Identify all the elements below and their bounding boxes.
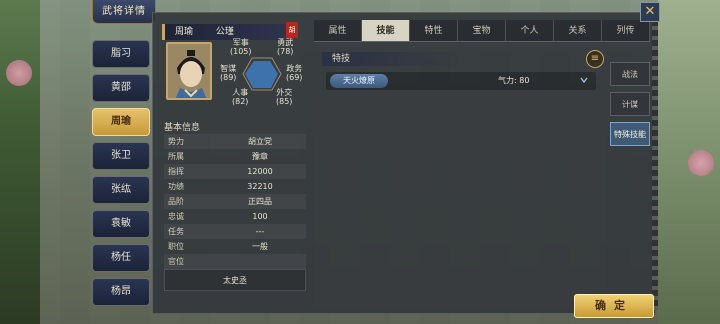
stat-politics: 政务 (69) (286, 64, 303, 82)
detail-tabbar: 属性 技能 特性 宝物 个人 关系 列传 (314, 20, 650, 42)
menu-icon[interactable]: ≡ (586, 50, 604, 68)
skill-name[interactable]: 天火燎原 (330, 74, 388, 88)
skill-category-tab[interactable]: 特殊技能 (610, 122, 650, 146)
detail-tab[interactable]: 宝物 (458, 20, 506, 41)
info-value: 一般 (252, 242, 268, 251)
info-value: 100 (252, 212, 268, 221)
info-value: 豫章 (252, 152, 268, 161)
info-value: 32210 (247, 182, 273, 191)
skill-value: 气力: 80 (498, 76, 530, 85)
general-tab[interactable]: 袁敏 (92, 210, 150, 238)
info-row: 任务 --- (164, 224, 306, 239)
general-portrait[interactable] (166, 42, 212, 100)
general-tab[interactable]: 脂习 (92, 40, 150, 68)
basic-info-heading: 基本信息 (164, 123, 201, 133)
skill-category-tab[interactable]: 计谋 (610, 92, 650, 116)
info-row: 职位 一般 (164, 239, 306, 254)
blossom-decor (688, 150, 714, 176)
stat-valor: 勇武 (78) (277, 38, 294, 56)
confirm-button[interactable]: 确定 (574, 294, 654, 318)
info-key: 任务 (168, 227, 184, 236)
general-tab[interactable]: 黄邵 (92, 74, 150, 102)
general-courtesy: 公瑾 (215, 27, 234, 37)
info-value: 胡立党 (248, 137, 272, 146)
detail-tab[interactable]: 属性 (314, 20, 362, 41)
info-row: 官位 (164, 254, 306, 269)
general-tab[interactable]: 张纮 (92, 176, 150, 204)
detail-tab[interactable]: 关系 (554, 20, 602, 41)
stat-hexagon-chart (242, 56, 282, 92)
decorative-rope (652, 20, 658, 310)
info-key: 功绩 (168, 182, 184, 191)
background-right (658, 0, 720, 324)
info-value: --- (255, 227, 265, 236)
detail-tab[interactable]: 个人 (506, 20, 554, 41)
info-key: 指挥 (168, 167, 184, 176)
info-row: 忠诚 100 (164, 209, 306, 224)
detail-tab[interactable]: 技能 (362, 20, 410, 41)
info-key: 忠诚 (168, 212, 184, 221)
info-value (214, 254, 306, 269)
info-row: 品阶 正四品 (164, 194, 306, 209)
detail-tab[interactable]: 特性 (410, 20, 458, 41)
info-key: 职位 (168, 242, 184, 251)
official-title: 太史丞 (164, 269, 306, 291)
skills-section-heading: 特技 (322, 52, 462, 66)
skills-content-area (314, 96, 606, 308)
chevron-down-icon[interactable] (580, 76, 588, 84)
general-tab[interactable]: 张卫 (92, 142, 150, 170)
background-left (0, 0, 40, 324)
blossom-decor (6, 60, 32, 86)
info-row: 指挥 12000 (164, 164, 306, 179)
general-tab[interactable]: 杨任 (92, 244, 150, 272)
general-profile: 周瑜 公瑾 胡 军事 (105) 勇武 (78) 智谋 (89) 政务 (69) 人事(… (160, 14, 310, 314)
detail-tab[interactable]: 列传 (602, 20, 650, 41)
stat-strategy: 智谋 (89) (220, 64, 237, 82)
basic-info-table: 势力 胡立党所属 豫章指挥 12000 功绩 32210 品阶 正四品忠诚 100 任务 --- 职位… (164, 134, 306, 269)
info-row: 功绩 32210 (164, 179, 306, 194)
general-tab[interactable]: 杨昂 (92, 278, 150, 306)
info-key: 所属 (168, 152, 184, 161)
skill-row[interactable]: 天火燎原 气力: 80 (326, 72, 596, 90)
skill-category-tab[interactable]: 战法 (610, 62, 650, 86)
page-title: 武将详情 (92, 0, 156, 24)
info-value: 12000 (247, 167, 273, 176)
info-row: 势力 胡立党 (164, 134, 306, 149)
name-bar: 周瑜 公瑾 (162, 24, 288, 40)
info-row: 所属 豫章 (164, 149, 306, 164)
info-key: 品阶 (168, 197, 184, 206)
faction-seal: 胡 (286, 22, 298, 38)
stat-military: 军事 (105) (230, 38, 252, 56)
close-icon[interactable]: ✕ (640, 2, 660, 22)
info-key: 官位 (168, 257, 184, 266)
info-key: 势力 (168, 137, 184, 146)
general-tab[interactable]: 周瑜 (92, 108, 150, 136)
info-value: 正四品 (248, 197, 272, 206)
general-name: 周瑜 (175, 27, 194, 37)
